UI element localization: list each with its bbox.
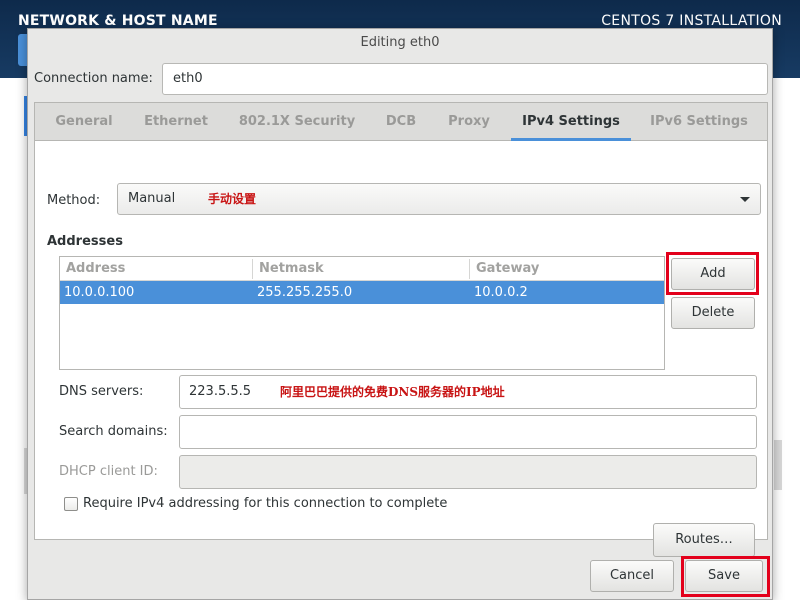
dhcp-client-id-label: DHCP client ID: (59, 464, 158, 479)
addresses-heading: Addresses (47, 234, 123, 249)
search-domains-input[interactable] (179, 415, 757, 449)
tab-8021x-security[interactable]: 802.1X Security (233, 103, 361, 140)
cell-netmask[interactable]: 255.255.255.0 (257, 281, 352, 304)
tab-ethernet[interactable]: Ethernet (135, 103, 217, 140)
cancel-button[interactable]: Cancel (590, 560, 674, 592)
column-header-netmask[interactable]: Netmask (259, 257, 324, 280)
tab-ipv4-settings[interactable]: IPv4 Settings (511, 103, 631, 141)
dhcp-client-id-input (179, 455, 757, 489)
installer-page-title: NETWORK & HOST NAME (18, 13, 218, 29)
addresses-table[interactable]: Address Netmask Gateway 10.0.0.100 255.2… (59, 256, 665, 370)
tab-bar: General Ethernet 802.1X Security DCB Pro… (35, 103, 767, 141)
method-select[interactable]: Manual 手动设置 (117, 183, 761, 215)
edit-connection-dialog: Editing eth0 Connection name: eth0 Gener… (27, 28, 773, 600)
delete-address-button[interactable]: Delete (671, 297, 755, 329)
column-divider (469, 259, 470, 279)
table-row[interactable]: 10.0.0.100 255.255.255.0 10.0.0.2 (60, 281, 664, 304)
cell-gateway[interactable]: 10.0.0.2 (474, 281, 528, 304)
save-button-highlight (681, 556, 770, 597)
tab-general[interactable]: General (49, 103, 119, 140)
settings-notebook: General Ethernet 802.1X Security DCB Pro… (34, 102, 768, 557)
add-button-highlight (666, 252, 759, 295)
method-label: Method: (47, 193, 101, 208)
installer-product-title: CENTOS 7 INSTALLATION (601, 13, 782, 29)
chevron-down-icon (740, 197, 750, 202)
tab-ipv6-settings[interactable]: IPv6 Settings (643, 103, 755, 140)
dns-servers-input[interactable]: 223.5.5.5 阿里巴巴提供的免费DNS服务器的IP地址 (179, 375, 757, 409)
require-ipv4-checkbox[interactable] (64, 497, 78, 511)
search-domains-label: Search domains: (59, 424, 168, 439)
connection-name-input[interactable]: eth0 (162, 63, 768, 95)
tab-proxy[interactable]: Proxy (441, 103, 497, 140)
installer-scroll-edge (774, 440, 782, 490)
require-ipv4-label[interactable]: Require IPv4 addressing for this connect… (83, 496, 447, 511)
dns-servers-label: DNS servers: (59, 384, 144, 399)
column-header-gateway[interactable]: Gateway (476, 257, 539, 280)
tab-dcb[interactable]: DCB (377, 103, 425, 140)
cell-address[interactable]: 10.0.0.100 (64, 281, 134, 304)
column-divider (252, 259, 253, 279)
dns-servers-value: 223.5.5.5 (189, 384, 252, 399)
column-header-address[interactable]: Address (66, 257, 125, 280)
dns-annotation: 阿里巴巴提供的免费DNS服务器的IP地址 (280, 385, 505, 399)
addresses-table-header: Address Netmask Gateway (60, 257, 664, 281)
dialog-title: Editing eth0 (360, 35, 440, 50)
connection-name-label: Connection name: (34, 71, 153, 86)
routes-button[interactable]: Routes… (653, 523, 755, 557)
method-value: Manual (128, 191, 176, 206)
method-annotation: 手动设置 (208, 192, 257, 206)
